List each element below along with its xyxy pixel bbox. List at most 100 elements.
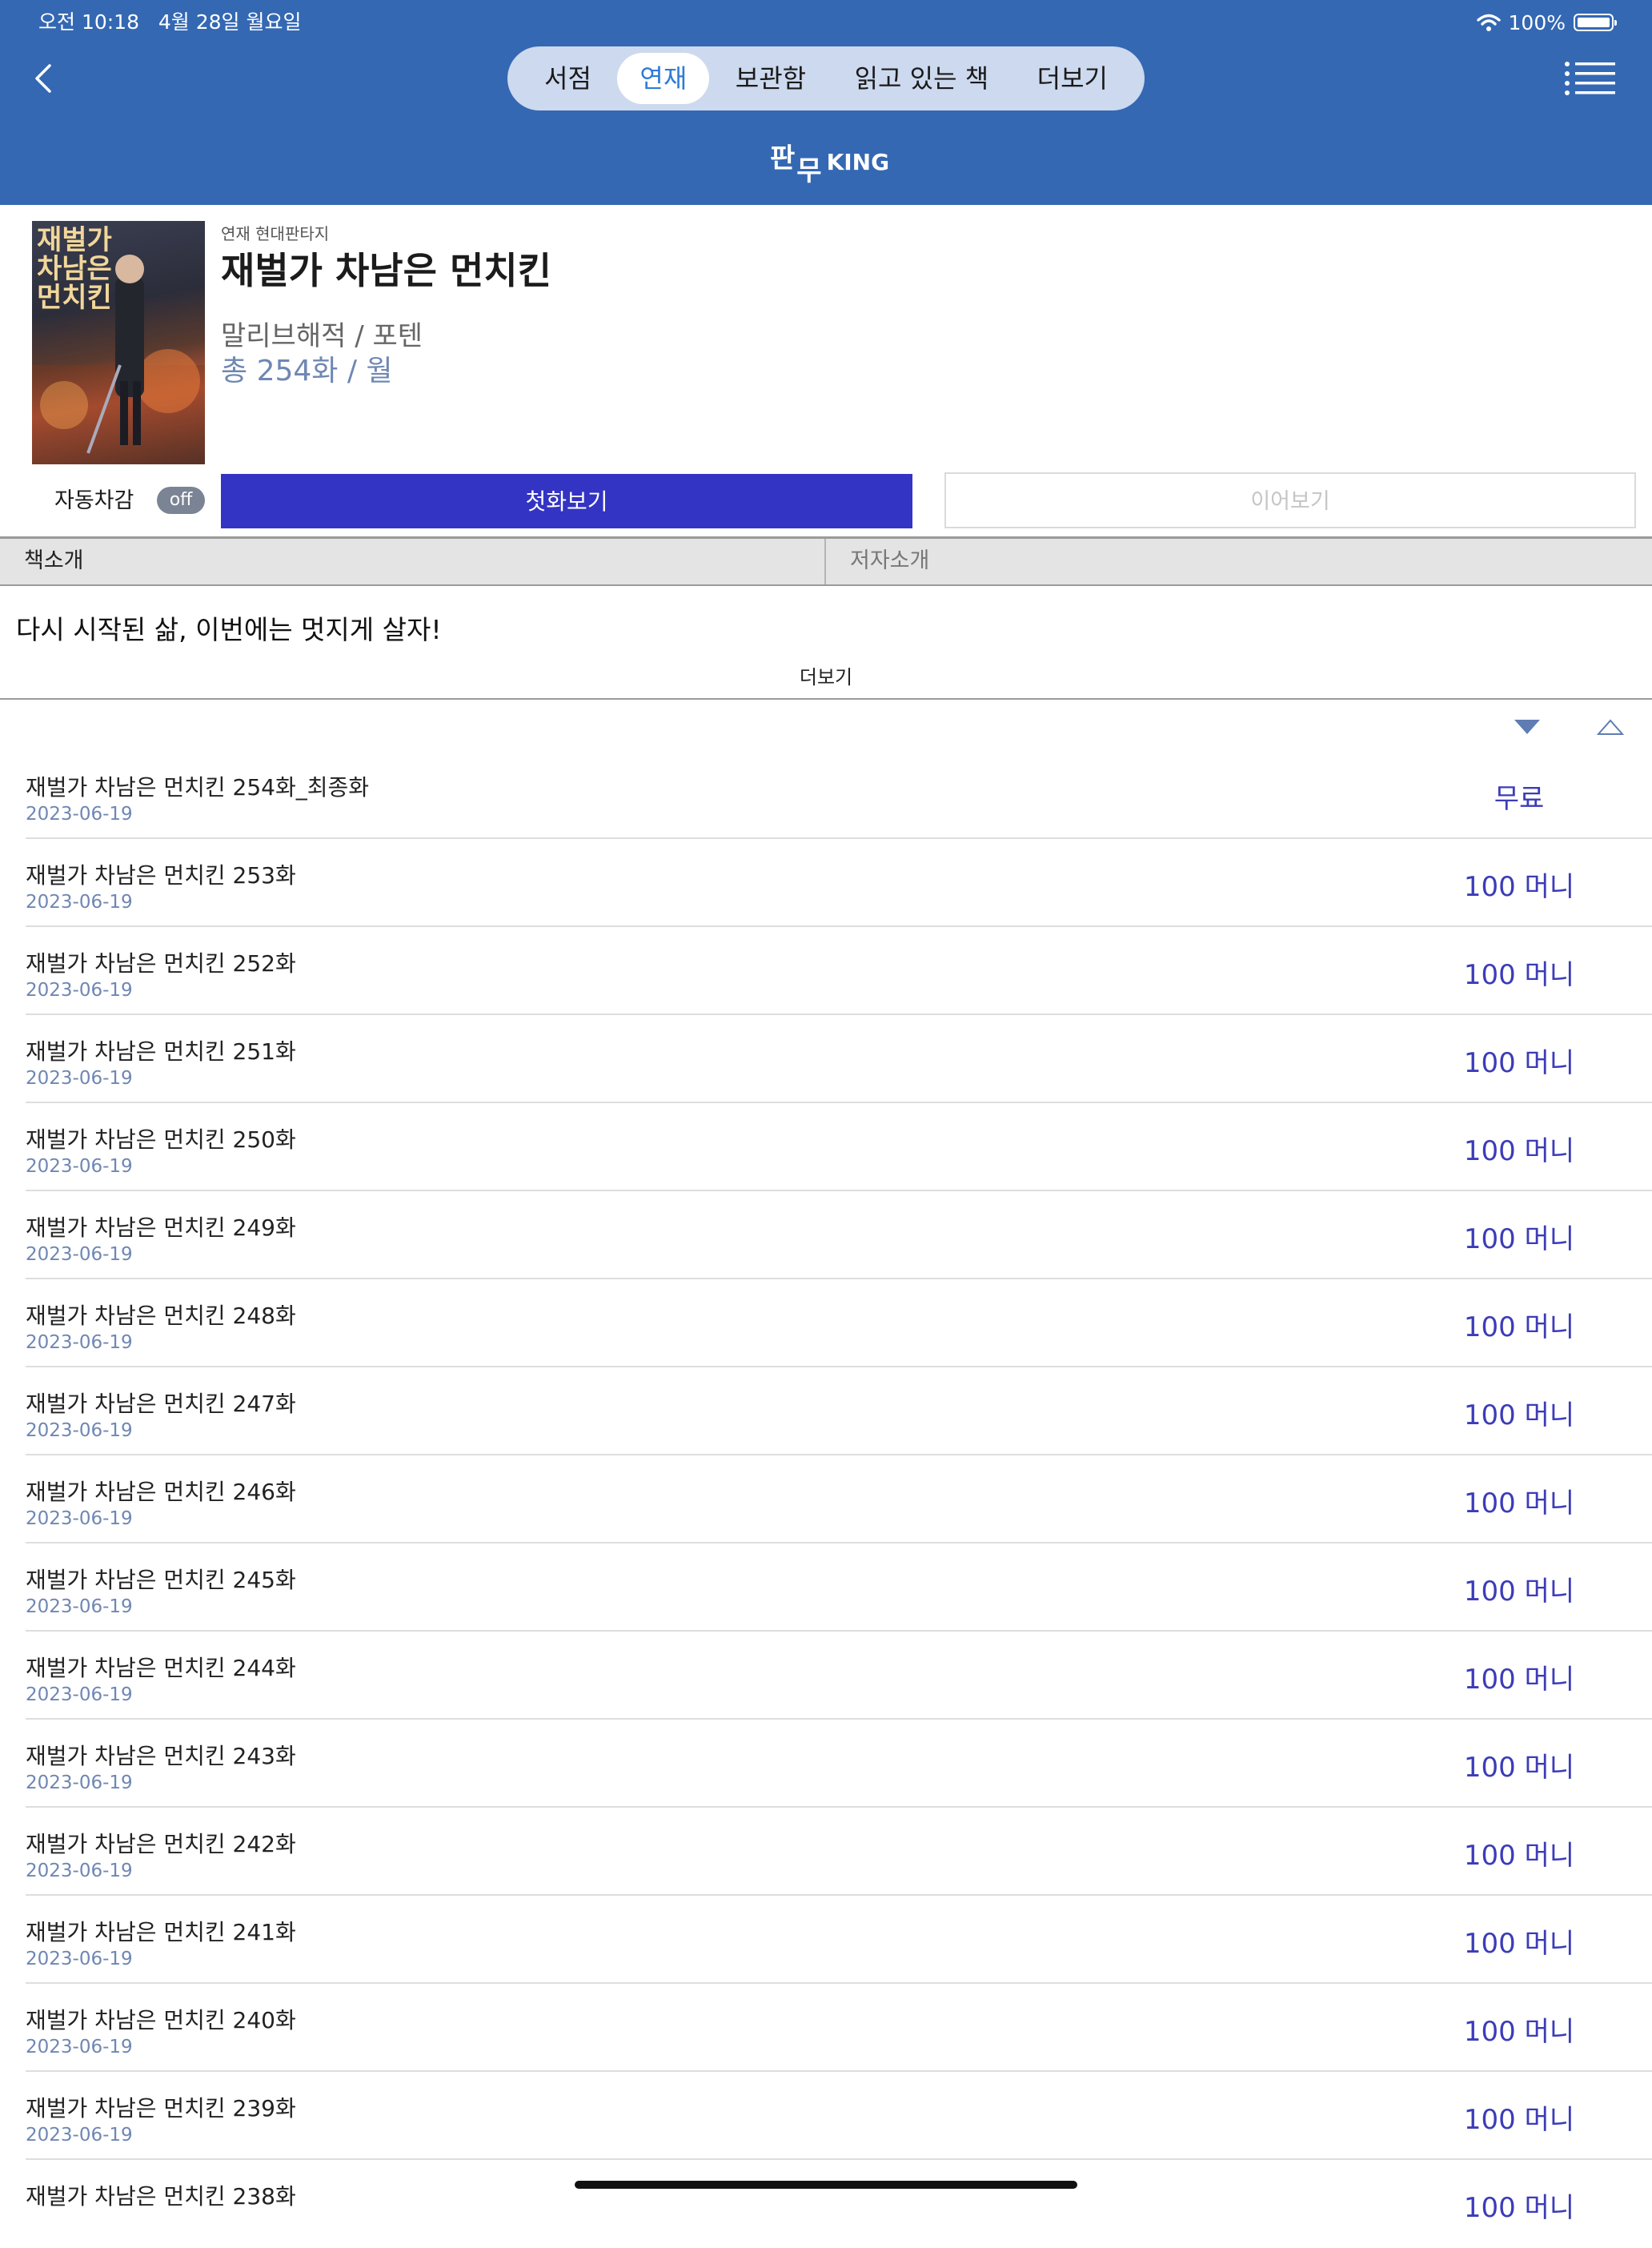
episode-title: 재벌가 차남은 먼치킨 251화 xyxy=(26,1038,296,1065)
episode-row[interactable]: 재벌가 차남은 먼치킨 248화 2023-06-19 100 머니 xyxy=(26,1279,1652,1367)
episode-price[interactable]: 100 머니 xyxy=(1415,1481,1623,1520)
episode-date: 2023-06-19 xyxy=(26,2125,133,2146)
episode-title: 재벌가 차남은 먼치킨 253화 xyxy=(26,862,296,889)
episode-title: 재벌가 차남은 먼치킨 252화 xyxy=(26,950,296,977)
episode-price[interactable]: 100 머니 xyxy=(1415,2097,1623,2137)
app-logo: 판 무 KING xyxy=(770,136,889,187)
chevron-left-icon xyxy=(35,64,51,93)
home-indicator[interactable] xyxy=(575,2181,1077,2189)
episode-price[interactable]: 100 머니 xyxy=(1415,1569,1623,1608)
episode-row[interactable]: 재벌가 차남은 먼치킨 253화 2023-06-19 100 머니 xyxy=(26,839,1652,927)
list-icon xyxy=(1565,62,1615,95)
episode-title: 재벌가 차남은 먼치킨 254화_최종화 xyxy=(26,774,370,801)
episode-row[interactable]: 재벌가 차남은 먼치킨 250화 2023-06-19 100 머니 xyxy=(26,1103,1652,1191)
episode-date: 2023-06-19 xyxy=(26,1508,133,1529)
triangle-down-filled-icon xyxy=(1514,720,1540,734)
tab-more[interactable]: 더보기 xyxy=(1015,53,1130,104)
episode-date: 2023-06-19 xyxy=(26,1244,133,1265)
tab-serial[interactable]: 연재 xyxy=(617,53,710,104)
episode-row[interactable]: 재벌가 차남은 먼치킨 240화 2023-06-19 100 머니 xyxy=(26,1984,1652,2072)
episode-row[interactable]: 재벌가 차남은 먼치킨 254화_최종화 2023-06-19 무료 xyxy=(26,751,1652,839)
book-title: 재벌가 차남은 먼치킨 xyxy=(221,249,551,292)
episode-row[interactable]: 재벌가 차남은 먼치킨 249화 2023-06-19 100 머니 xyxy=(26,1191,1652,1279)
tab-book-intro[interactable]: 책소개 xyxy=(0,539,826,584)
episode-title: 재벌가 차남은 먼치킨 247화 xyxy=(26,1391,296,1417)
sort-asc-button[interactable] xyxy=(1596,717,1625,737)
logo-char-1: 판 xyxy=(770,142,796,175)
episode-title: 재벌가 차남은 먼치킨 249화 xyxy=(26,1214,296,1241)
main-nav-tabs: 서점 연재 보관함 읽고 있는 책 더보기 xyxy=(507,46,1145,110)
episode-row[interactable]: 재벌가 차남은 먼치킨 239화 2023-06-19 100 머니 xyxy=(26,2072,1652,2160)
auto-deduct-label: 자동차감 xyxy=(54,488,134,513)
episode-title: 재벌가 차남은 먼치킨 248화 xyxy=(26,1303,296,1329)
status-right: 100% xyxy=(1476,6,1617,38)
app-header: 오전 10:18 4월 28일 월요일 100% 서점 연재 보관함 읽고 있는… xyxy=(0,0,1652,205)
episode-date: 2023-06-19 xyxy=(26,1949,133,1969)
more-button[interactable]: 더보기 xyxy=(0,661,1652,689)
episode-price[interactable]: 100 머니 xyxy=(1415,1657,1623,1696)
book-cover[interactable]: 재벌가 차남은 먼치킨 xyxy=(32,221,205,464)
episode-price[interactable]: 100 머니 xyxy=(1415,1393,1623,1432)
episode-title: 재벌가 차남은 먼치킨 246화 xyxy=(26,1479,296,1505)
tab-library[interactable]: 보관함 xyxy=(713,53,828,104)
episode-price[interactable]: 100 머니 xyxy=(1415,1129,1623,1168)
episode-row[interactable]: 재벌가 차남은 먼치킨 242화 2023-06-19 100 머니 xyxy=(26,1808,1652,1896)
back-button[interactable] xyxy=(22,54,70,102)
episode-price[interactable]: 100 머니 xyxy=(1415,1921,1623,1961)
battery-icon xyxy=(1574,14,1617,31)
sort-desc-button[interactable] xyxy=(1513,717,1542,737)
episode-price[interactable]: 100 머니 xyxy=(1415,865,1623,904)
read-first-button[interactable]: 첫화보기 xyxy=(221,474,912,528)
info-tabs: 책소개 저자소개 xyxy=(0,536,1652,586)
episode-list: 재벌가 차남은 먼치킨 254화_최종화 2023-06-19 무료 재벌가 차… xyxy=(26,751,1652,2248)
book-description: 다시 시작된 삶, 이번에는 멋지게 살자! xyxy=(16,614,442,645)
episode-title: 재벌가 차남은 먼치킨 244화 xyxy=(26,1655,296,1681)
auto-deduct-toggle[interactable]: off xyxy=(157,487,205,514)
tab-bookstore[interactable]: 서점 xyxy=(522,53,614,104)
episode-date: 2023-06-19 xyxy=(26,1684,133,1705)
episode-date: 2023-06-19 xyxy=(26,980,133,1001)
episode-date: 2023-06-19 xyxy=(26,1156,133,1177)
episode-row[interactable]: 재벌가 차남은 먼치킨 238화 100 머니 xyxy=(26,2160,1652,2248)
episode-row[interactable]: 재벌가 차남은 먼치킨 241화 2023-06-19 100 머니 xyxy=(26,1896,1652,1984)
episode-date: 2023-06-19 xyxy=(26,892,133,913)
menu-button[interactable] xyxy=(1564,58,1617,99)
episode-row[interactable]: 재벌가 차남은 먼치킨 243화 2023-06-19 100 머니 xyxy=(26,1720,1652,1808)
episode-date: 2023-06-19 xyxy=(26,804,133,825)
episode-date: 2023-06-19 xyxy=(26,1861,133,1881)
status-time: 오전 10:18 4월 28일 월요일 xyxy=(38,6,301,38)
episode-title: 재벌가 차남은 먼치킨 238화 xyxy=(26,2183,296,2210)
episode-price[interactable]: 100 머니 xyxy=(1415,953,1623,992)
logo-text: KING xyxy=(826,148,890,175)
episode-price[interactable]: 무료 xyxy=(1415,777,1623,816)
episode-price[interactable]: 100 머니 xyxy=(1415,1041,1623,1080)
episode-row[interactable]: 재벌가 차남은 먼치킨 246화 2023-06-19 100 머니 xyxy=(26,1455,1652,1543)
battery-percent: 100% xyxy=(1508,10,1566,34)
status-date-text: 4월 28일 월요일 xyxy=(158,10,302,34)
episode-date: 2023-06-19 xyxy=(26,1332,133,1353)
episode-row[interactable]: 재벌가 차남은 먼치킨 251화 2023-06-19 100 머니 xyxy=(26,1015,1652,1103)
tab-author-intro[interactable]: 저자소개 xyxy=(826,539,1652,584)
episode-row[interactable]: 재벌가 차남은 먼치킨 245화 2023-06-19 100 머니 xyxy=(26,1543,1652,1632)
continue-reading-button[interactable]: 이어보기 xyxy=(944,472,1636,528)
episode-title: 재벌가 차남은 먼치킨 250화 xyxy=(26,1126,296,1153)
episode-price[interactable]: 100 머니 xyxy=(1415,2009,1623,2049)
episode-price[interactable]: 100 머니 xyxy=(1415,1217,1623,1256)
status-time-text: 오전 10:18 xyxy=(38,10,139,34)
episode-price[interactable]: 100 머니 xyxy=(1415,2186,1623,2225)
episode-date: 2023-06-19 xyxy=(26,2037,133,2057)
episode-row[interactable]: 재벌가 차남은 먼치킨 247화 2023-06-19 100 머니 xyxy=(26,1367,1652,1455)
logo-char-2: 무 xyxy=(796,155,822,187)
episode-title: 재벌가 차남은 먼치킨 245화 xyxy=(26,1567,296,1593)
episode-price[interactable]: 100 머니 xyxy=(1415,1305,1623,1344)
episode-price[interactable]: 100 머니 xyxy=(1415,1745,1623,1784)
episode-row[interactable]: 재벌가 차남은 먼치킨 244화 2023-06-19 100 머니 xyxy=(26,1632,1652,1720)
episode-row[interactable]: 재벌가 차남은 먼치킨 252화 2023-06-19 100 머니 xyxy=(26,927,1652,1015)
triangle-up-outline-icon xyxy=(1596,719,1625,735)
episode-title: 재벌가 차남은 먼치킨 241화 xyxy=(26,1919,296,1945)
wifi-icon xyxy=(1476,14,1501,31)
episode-title: 재벌가 차남은 먼치킨 240화 xyxy=(26,2007,296,2033)
tab-reading[interactable]: 읽고 있는 책 xyxy=(832,53,1012,104)
episode-count: 총 254화 / 월 xyxy=(221,355,393,387)
episode-price[interactable]: 100 머니 xyxy=(1415,1833,1623,1873)
